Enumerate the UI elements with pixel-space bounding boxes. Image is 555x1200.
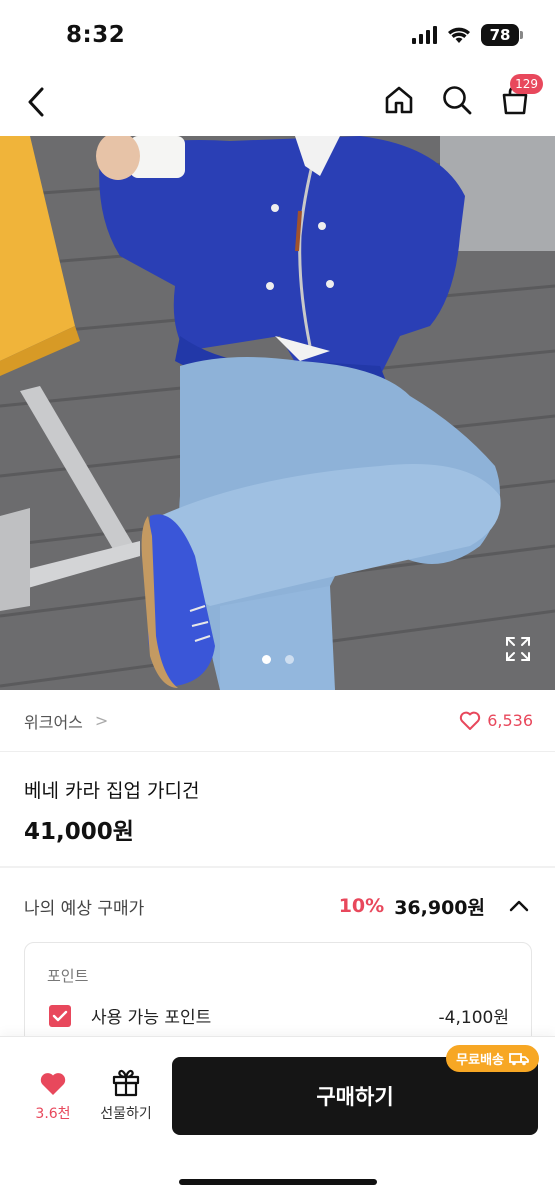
home-icon: [385, 86, 413, 114]
heart-filled-icon: [40, 1073, 66, 1095]
nav-actions: 129: [381, 74, 543, 118]
home-indicator: [179, 1179, 377, 1185]
search-icon: [443, 86, 472, 115]
signal-icon: [412, 26, 437, 44]
status-indicators: 78: [412, 24, 523, 46]
gift-button[interactable]: 선물하기: [92, 1067, 160, 1123]
cart-button[interactable]: 129: [497, 74, 543, 118]
points-option[interactable]: 사용 가능 포인트: [49, 1003, 211, 1028]
wish-button[interactable]: 3.6천: [28, 1071, 78, 1123]
wish-count: 3.6천: [35, 1106, 71, 1122]
expected-price: 36,900원: [394, 896, 485, 919]
buy-label: 구매하기: [316, 1085, 394, 1109]
truck-icon: [509, 1052, 529, 1065]
back-button[interactable]: [16, 82, 56, 122]
expand-icon: [506, 637, 530, 661]
points-row: 사용 가능 포인트 -4,100원: [49, 1003, 509, 1028]
collapse-toggle[interactable]: [507, 894, 531, 918]
product-price: 41,000원: [24, 819, 134, 845]
battery-icon: 78: [481, 24, 523, 46]
back-icon: [28, 87, 44, 117]
gift-icon: [112, 1069, 140, 1097]
home-button[interactable]: [381, 82, 417, 118]
chevron-right-icon: >: [94, 711, 109, 730]
brand-row: 위크어스 > 6,536: [0, 690, 555, 752]
expected-price-label: 나의 예상 구매가: [24, 898, 145, 919]
expected-price-row[interactable]: 나의 예상 구매가 10% 36,900원: [0, 882, 555, 930]
status-bar: 8:32 78: [0, 0, 555, 70]
carousel-dot[interactable]: [261, 655, 271, 664]
discount-rate: 10%: [338, 895, 385, 917]
like-button[interactable]: 6,536: [459, 711, 533, 731]
like-count: 6,536: [487, 711, 533, 730]
carousel-dot[interactable]: [284, 655, 294, 664]
expand-button[interactable]: [505, 636, 531, 662]
status-time: 8:32: [66, 22, 126, 48]
bottom-action-bar: 3.6천 선물하기 구매하기 무료배송: [0, 1036, 555, 1200]
points-value: -4,100원: [438, 1008, 509, 1028]
wifi-icon: [448, 27, 470, 43]
points-label: 사용 가능 포인트: [91, 1008, 212, 1028]
divider: [0, 866, 555, 868]
search-button[interactable]: [439, 82, 475, 118]
product-photo: [0, 136, 555, 690]
free-shipping-badge: 무료배송: [446, 1045, 539, 1072]
gift-label: 선물하기: [100, 1106, 152, 1122]
brand-name: 위크어스: [24, 712, 83, 732]
free-shipping-label: 무료배송: [456, 1053, 504, 1068]
product-name: 베네 카라 집업 가디건: [24, 780, 200, 802]
expected-price-summary: 10% 36,900원: [339, 893, 531, 920]
cart-count-badge: 129: [510, 74, 543, 94]
product-image-carousel[interactable]: [0, 136, 555, 690]
heart-outline-icon: [460, 711, 481, 730]
nav-bar: 129: [0, 70, 555, 136]
brand-link[interactable]: 위크어스 >: [24, 709, 108, 733]
checkbox-icon: [52, 1010, 68, 1021]
chevron-up-icon: [509, 900, 529, 912]
points-title: 포인트: [47, 967, 89, 985]
points-checkbox[interactable]: [49, 1004, 71, 1027]
carousel-dots: [0, 655, 555, 664]
